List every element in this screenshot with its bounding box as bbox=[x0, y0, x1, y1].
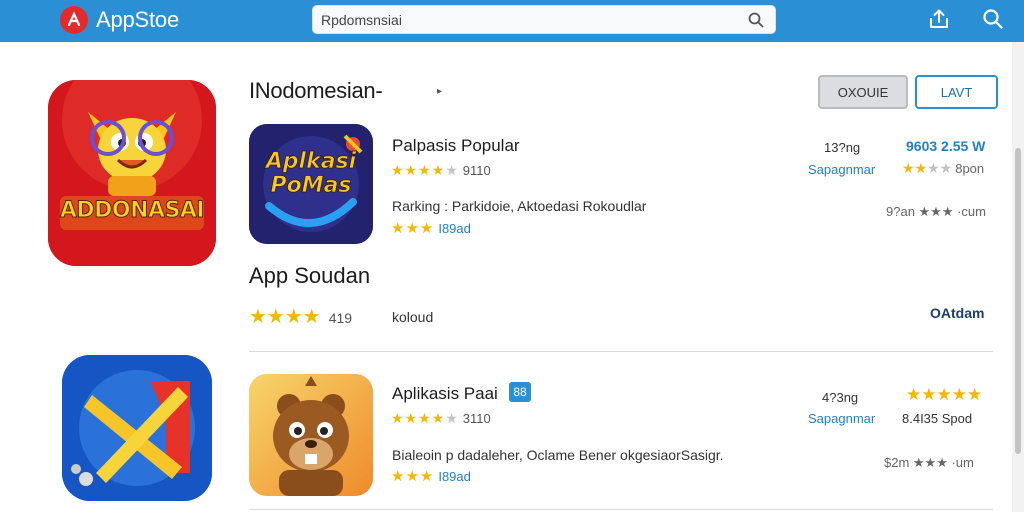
app-name[interactable]: Aplikasis Paai bbox=[392, 384, 498, 404]
list-divider bbox=[249, 351, 993, 352]
right-star-rating: ★★★★ 8pon bbox=[902, 160, 985, 176]
app-size-label: 4?3ng bbox=[822, 390, 859, 405]
subsection-star-rating: ★★★★ 419 bbox=[249, 306, 353, 328]
right-detail-size: 8.4I35 Spod bbox=[902, 411, 973, 426]
right-detail-text: 9?an ★★★ ·cum bbox=[886, 204, 986, 219]
app-name[interactable]: Palpasis Popular bbox=[392, 136, 520, 156]
app-badge: 88 bbox=[509, 382, 531, 402]
search-icon[interactable] bbox=[980, 6, 1006, 32]
star-rating: ★★★★★ 3110 bbox=[391, 410, 491, 426]
app-size-label: 13?ng bbox=[824, 140, 861, 155]
app-price[interactable]: 9603 2.55 W bbox=[906, 138, 985, 154]
cartoon-mascot-icon bbox=[48, 80, 216, 266]
logo-text: AppStoe bbox=[96, 7, 180, 32]
logo-mark-icon bbox=[60, 6, 88, 34]
x-slash-app-icon bbox=[62, 355, 212, 501]
category-label: Sapagnmar bbox=[808, 162, 876, 177]
search-input[interactable] bbox=[321, 10, 731, 30]
featured-app-icon-addonasai[interactable]: ADDONASAI bbox=[48, 80, 216, 266]
app-description: Rarking : Parkidoie, Aktoedasi Rokoudlar bbox=[392, 198, 647, 214]
subsection-title: App Soudan bbox=[249, 263, 371, 288]
featured-app-icon-x[interactable] bbox=[62, 355, 212, 501]
search-icon[interactable] bbox=[747, 11, 765, 29]
scrollbar-thumb[interactable] bbox=[1015, 148, 1021, 454]
section-title: INodomesian- bbox=[249, 78, 383, 103]
beaver-mascot-icon bbox=[249, 374, 373, 496]
list-divider bbox=[249, 509, 993, 510]
secondary-rating: ★★★ I89ad bbox=[391, 468, 471, 485]
search-bar[interactable] bbox=[312, 5, 776, 34]
star-rating: ★★★★★ 9110 bbox=[391, 162, 491, 178]
share-icon[interactable] bbox=[926, 6, 952, 32]
subsection-right-label[interactable]: OAtdam bbox=[930, 305, 984, 321]
oxouie-button[interactable]: OXOUIE bbox=[818, 75, 908, 109]
lavt-button[interactable]: LAVT bbox=[915, 75, 998, 109]
right-star-rating-top: ★★★★★ bbox=[906, 385, 983, 404]
subsection-label: koloud bbox=[392, 309, 434, 325]
featured-icon-text: ADDONASAI bbox=[59, 198, 205, 224]
section-arrow-icon[interactable]: ▸ bbox=[437, 86, 442, 97]
top-navigation-bar: AppStoe bbox=[0, 0, 1024, 42]
right-detail-text: $2m ★★★ ·um bbox=[884, 455, 974, 470]
vertical-scrollbar[interactable] bbox=[1012, 42, 1024, 512]
app-description: Bialeoin p dadaleher, Oclame Bener okges… bbox=[392, 447, 724, 463]
category-label: Sapagnmar bbox=[808, 411, 876, 426]
app-store-logo[interactable]: AppStoe bbox=[60, 4, 179, 36]
app-icon-aplkasi-pomas[interactable]: Aplkasi PoMas bbox=[249, 124, 373, 244]
app-icon-beaver[interactable] bbox=[249, 374, 373, 496]
secondary-rating: ★★★ I89ad bbox=[391, 220, 471, 237]
app-icon-text: Aplkasi PoMas bbox=[265, 149, 357, 198]
